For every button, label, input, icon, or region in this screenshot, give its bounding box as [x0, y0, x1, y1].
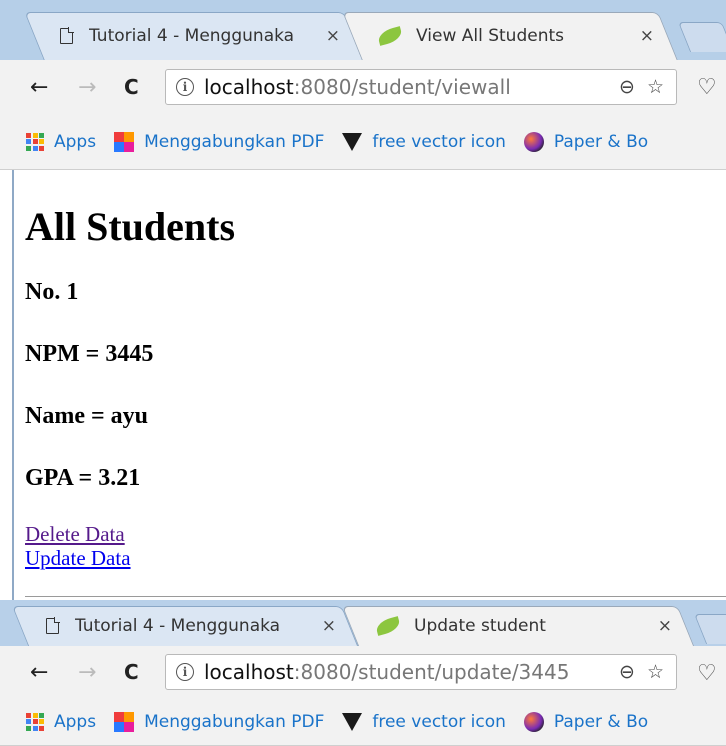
bookmark-label: Menggabungkan PDF	[144, 711, 325, 732]
color-blocks-icon	[114, 711, 135, 732]
globe-icon	[523, 711, 544, 732]
url-host: localhost	[204, 75, 294, 99]
heart-icon[interactable]: ♡	[697, 661, 717, 686]
bookmark-free-vector-icon[interactable]: free vector icon	[342, 712, 506, 732]
reload-icon[interactable]: C	[124, 60, 139, 114]
student-name: Name = ayu	[25, 403, 148, 429]
zoom-icon[interactable]: ⊖	[619, 661, 635, 683]
window-edge	[12, 170, 14, 600]
close-tab-icon[interactable]: ×	[658, 616, 672, 636]
url-host: localhost	[204, 660, 294, 684]
zoom-icon[interactable]: ⊖	[619, 76, 635, 98]
close-tab-icon[interactable]: ×	[322, 616, 336, 636]
info-icon[interactable]: i	[176, 78, 194, 96]
address-bar[interactable]: i localhost:8080/student/viewall ⊖ ☆	[165, 69, 677, 105]
back-arrow-icon[interactable]: ←	[30, 60, 48, 114]
heart-icon[interactable]: ♡	[697, 75, 717, 100]
close-tab-icon[interactable]: ×	[326, 26, 340, 46]
bookmark-label: Menggabungkan PDF	[144, 131, 325, 152]
color-blocks-icon	[114, 131, 135, 152]
browser-toolbar: ← → C i localhost:8080/student/update/34…	[0, 646, 726, 698]
vector-logo-icon	[342, 132, 363, 151]
url-path: :8080/student/viewall	[293, 75, 511, 99]
globe-icon	[523, 131, 544, 152]
bookmark-free-vector-icon[interactable]: free vector icon	[342, 132, 506, 152]
bookmark-label: Apps	[54, 711, 97, 732]
spring-leaf-icon	[376, 26, 404, 46]
browser-window-viewall: Tutorial 4 - Menggunaka × View All Stude…	[0, 0, 726, 600]
new-tab-button[interactable]	[677, 22, 726, 52]
page-content: All Students No. 1 NPM = 3445 Name = ayu…	[25, 170, 235, 570]
star-bookmark-icon[interactable]: ☆	[647, 661, 664, 683]
bookmark-label: free vector icon	[372, 131, 506, 152]
close-tab-icon[interactable]: ×	[640, 26, 654, 46]
browser-window-update: Tutorial 4 - Menggunaka × Update student…	[0, 600, 726, 746]
delete-data-link[interactable]: Delete Data	[25, 522, 235, 546]
bookmark-menggabungkan-pdf[interactable]: Menggabungkan PDF	[114, 711, 325, 732]
tab-view-all-students[interactable]: View All Students ×	[342, 12, 678, 60]
document-icon	[46, 617, 60, 634]
back-arrow-icon[interactable]: ←	[30, 646, 48, 698]
action-links: Delete Data Update Data	[25, 522, 235, 570]
url-path: :8080/student/update/3445	[293, 660, 570, 684]
student-number: No. 1	[25, 279, 79, 305]
apps-grid-icon	[26, 712, 44, 731]
tab-strip: Tutorial 4 - Menggunaka × View All Stude…	[0, 0, 726, 60]
document-icon	[60, 27, 74, 44]
apps-grid-icon	[26, 132, 44, 151]
tab-title: View All Students	[416, 26, 565, 46]
bookmark-menggabungkan-pdf[interactable]: Menggabungkan PDF	[114, 131, 325, 152]
forward-arrow-icon[interactable]: →	[78, 646, 96, 698]
tab-title: Tutorial 4 - Menggunaka	[75, 616, 281, 636]
new-tab-button[interactable]	[693, 614, 726, 644]
update-data-link[interactable]: Update Data	[25, 546, 235, 570]
student-gpa: GPA = 3.21	[25, 465, 141, 491]
tab-tutorial[interactable]: Tutorial 4 - Menggunaka ×	[24, 12, 364, 60]
bookmark-paper-and-bo[interactable]: Paper & Bo	[523, 711, 649, 732]
divider	[25, 596, 726, 597]
bookmark-label: Paper & Bo	[553, 711, 649, 732]
tab-update-student[interactable]: Update student ×	[341, 606, 695, 646]
star-bookmark-icon[interactable]: ☆	[647, 76, 664, 98]
address-bar[interactable]: i localhost:8080/student/update/3445 ⊖ ☆	[165, 654, 677, 690]
student-npm: NPM = 3445	[25, 341, 154, 367]
bookmark-label: free vector icon	[372, 711, 506, 732]
tab-strip: Tutorial 4 - Menggunaka × Update student…	[0, 600, 726, 646]
vector-logo-icon	[342, 712, 363, 731]
bookmark-paper-and-bo[interactable]: Paper & Bo	[523, 131, 649, 152]
reload-icon[interactable]: C	[124, 646, 139, 698]
tab-title: Update student	[414, 616, 546, 636]
tab-title: Tutorial 4 - Menggunaka	[89, 26, 295, 46]
spring-leaf-icon	[374, 616, 402, 636]
bookmarks-bar: Apps Menggabungkan PDF free vector icon …	[0, 114, 726, 170]
bookmark-apps[interactable]: Apps	[26, 712, 96, 732]
bookmark-label: Paper & Bo	[553, 131, 649, 152]
browser-toolbar: ← → C i localhost:8080/student/viewall ⊖…	[0, 60, 726, 114]
bookmark-label: Apps	[54, 131, 97, 152]
bookmark-apps[interactable]: Apps	[26, 132, 96, 152]
forward-arrow-icon[interactable]: →	[78, 60, 96, 114]
bookmarks-bar: Apps Menggabungkan PDF free vector icon …	[0, 698, 726, 746]
tab-tutorial[interactable]: Tutorial 4 - Menggunaka ×	[11, 606, 359, 646]
info-icon[interactable]: i	[176, 663, 194, 681]
page-title: All Students	[25, 204, 236, 249]
